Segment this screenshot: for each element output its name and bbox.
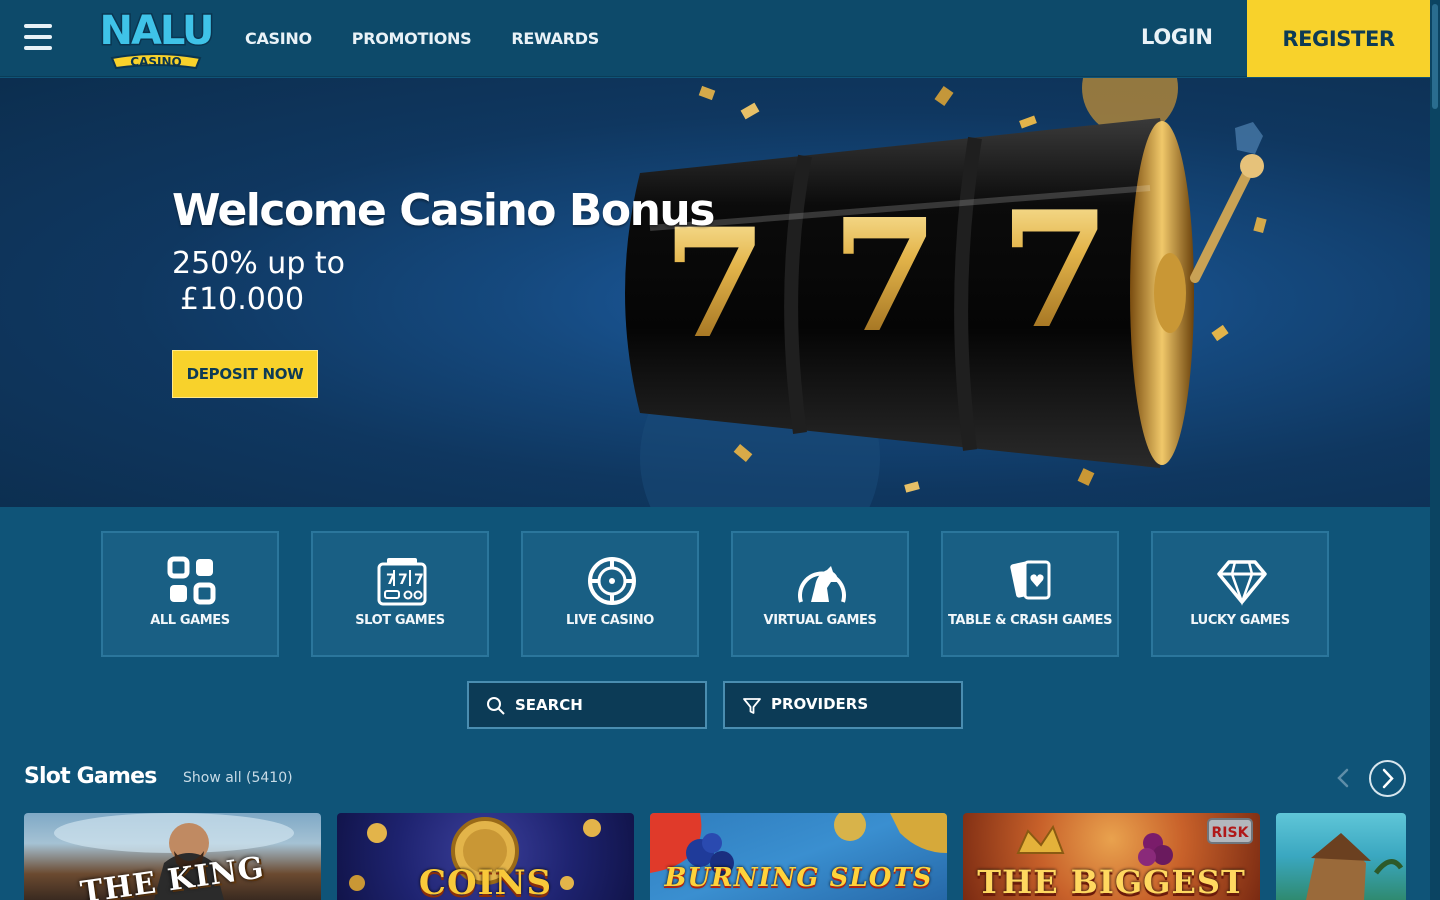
- svg-text:7: 7: [999, 176, 1110, 364]
- page-scrollbar[interactable]: [1430, 0, 1440, 900]
- svg-text:NALU: NALU: [100, 8, 213, 54]
- slot-machine-icon: 7 7 7: [377, 558, 427, 606]
- category-table-crash-games[interactable]: TABLE & CRASH GAMES: [941, 531, 1119, 657]
- category-all-games[interactable]: ALL GAMES: [101, 531, 279, 657]
- game-art: [1306, 833, 1404, 900]
- section-title: Slot Games: [24, 764, 157, 789]
- category-label: VIRTUAL GAMES: [763, 613, 877, 628]
- game-title: BURNING SLOTS: [664, 863, 933, 893]
- game-card-the-king[interactable]: THE KING: [24, 813, 321, 900]
- search-input[interactable]: [515, 693, 695, 717]
- search-icon: [487, 697, 505, 715]
- category-live-casino[interactable]: LIVE CASINO: [521, 531, 699, 657]
- providers-label: PROVIDERS: [771, 695, 869, 713]
- horse-icon: [798, 566, 846, 603]
- roulette-chip-icon: [588, 557, 636, 605]
- game-title: COINS: [418, 863, 553, 900]
- nalu-casino-logo[interactable]: NALU CASINO: [92, 6, 220, 72]
- filter-icon: [743, 698, 761, 714]
- nav-promotions[interactable]: PROMOTIONS: [352, 29, 472, 48]
- diamond-icon: [1217, 560, 1267, 606]
- search-box[interactable]: [467, 681, 707, 729]
- game-title: THE BIGGEST: [977, 863, 1246, 900]
- category-label: TABLE & CRASH GAMES: [947, 613, 1113, 628]
- game-card-partial[interactable]: [1276, 813, 1406, 900]
- providers-filter-button[interactable]: PROVIDERS: [723, 681, 963, 729]
- cards-icon: [1010, 560, 1051, 600]
- svg-text:7: 7: [398, 572, 408, 588]
- game-card-the-biggest[interactable]: RISK THE BIGGEST: [963, 813, 1260, 900]
- menu-icon[interactable]: [24, 24, 52, 54]
- category-label: ALL GAMES: [150, 613, 230, 628]
- game-card-burning-slots[interactable]: BURNING SLOTS: [650, 813, 947, 900]
- register-button[interactable]: REGISTER: [1247, 0, 1430, 77]
- svg-text:7: 7: [386, 572, 396, 588]
- scrollbar-thumb[interactable]: [1432, 4, 1438, 109]
- carousel-next-button[interactable]: [1369, 760, 1406, 797]
- hero-banner: 7 7 7 Welcome Casino Bonus 250% up to £1…: [0, 78, 1430, 507]
- nav-casino[interactable]: CASINO: [245, 29, 312, 48]
- login-button[interactable]: LOGIN: [1141, 25, 1213, 49]
- svg-text:7: 7: [414, 572, 424, 588]
- category-virtual-games[interactable]: VIRTUAL GAMES: [731, 531, 909, 657]
- deposit-now-button[interactable]: DEPOSIT NOW: [172, 350, 318, 398]
- hero-bonus-amount: £10.000: [180, 282, 305, 317]
- svg-text:CASINO: CASINO: [130, 55, 181, 69]
- carousel-prev-icon[interactable]: [1332, 766, 1356, 790]
- category-lucky-games[interactable]: LUCKY GAMES: [1151, 531, 1329, 657]
- category-label: SLOT GAMES: [355, 613, 445, 628]
- top-header: NALU CASINO CASINO PROMOTIONS REWARDS LO…: [0, 0, 1430, 77]
- category-slot-games[interactable]: 7 7 7 SLOT GAMES: [311, 531, 489, 657]
- show-all-link[interactable]: Show all (5410): [183, 770, 293, 786]
- category-label: LIVE CASINO: [566, 613, 654, 628]
- main-nav: CASINO PROMOTIONS REWARDS: [245, 0, 599, 77]
- grid-icon: [167, 556, 216, 605]
- hero-title: Welcome Casino Bonus: [172, 185, 715, 236]
- svg-text:RISK: RISK: [1212, 825, 1250, 841]
- game-card-coins[interactable]: COINS: [337, 813, 634, 900]
- hero-subtitle: 250% up to: [172, 246, 346, 281]
- nav-rewards[interactable]: REWARDS: [511, 29, 599, 48]
- category-label: LUCKY GAMES: [1190, 613, 1290, 628]
- chevron-right-icon: [1382, 768, 1394, 789]
